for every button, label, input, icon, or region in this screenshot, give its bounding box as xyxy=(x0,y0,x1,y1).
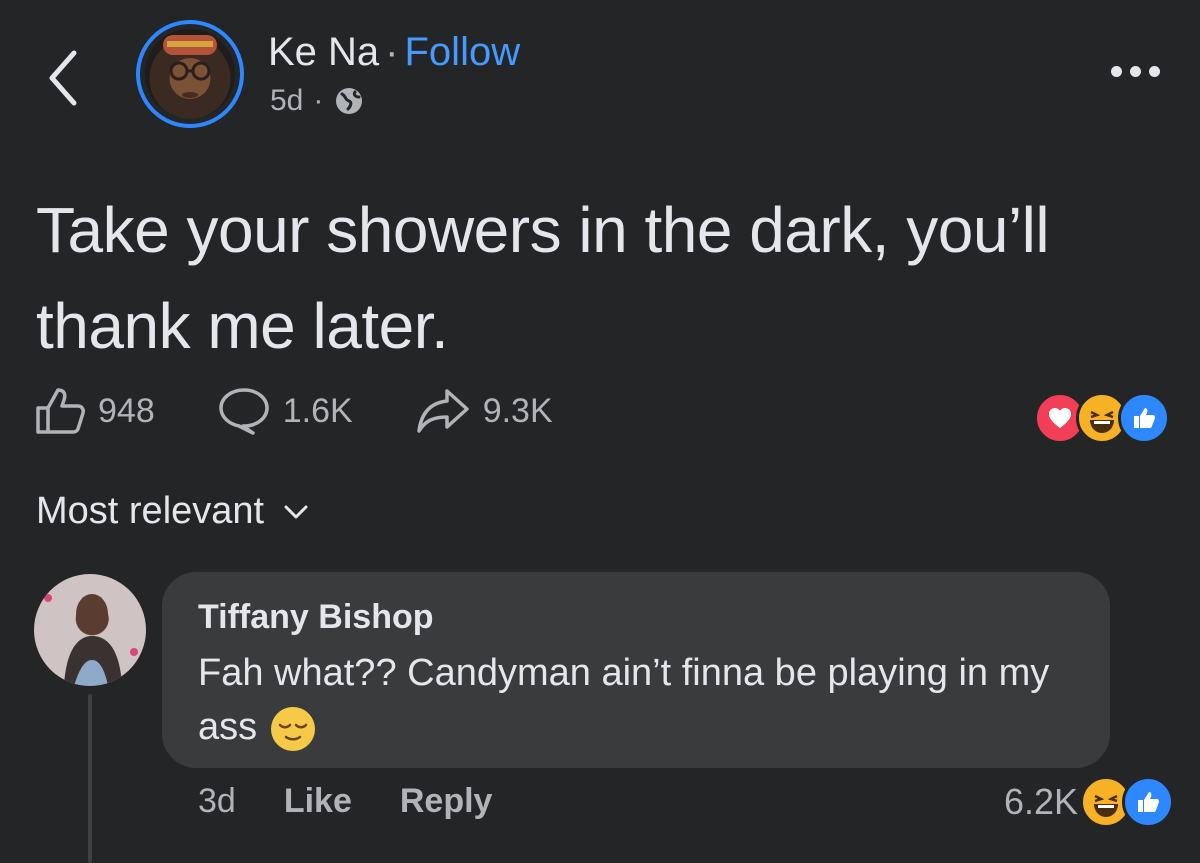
comment-stat[interactable]: 1.6K xyxy=(217,386,353,436)
commenter-name[interactable]: Tiffany Bishop xyxy=(198,594,1074,640)
like-reaction-icon xyxy=(1118,392,1170,444)
globe-icon xyxy=(336,88,363,114)
comment-reactions[interactable]: 6.2K xyxy=(1004,776,1174,828)
back-button[interactable] xyxy=(40,45,90,111)
thumbs-up-icon xyxy=(36,388,85,434)
author-row: Ke Na · Follow xyxy=(268,30,520,75)
comment-text: Fah what?? Candyman ain’t finna be playi… xyxy=(198,646,1074,754)
relieved-face-icon xyxy=(271,706,316,751)
chevron-left-icon xyxy=(49,50,77,106)
author-name[interactable]: Ke Na xyxy=(268,30,379,74)
like-stat[interactable]: 948 xyxy=(34,386,155,436)
separator-dot: · xyxy=(385,30,399,74)
comment-reply-button[interactable]: Reply xyxy=(400,782,493,821)
more-dot xyxy=(1149,66,1160,77)
share-stat[interactable]: 9.3K xyxy=(415,387,553,435)
author-avatar[interactable] xyxy=(136,20,244,128)
like-count: 948 xyxy=(98,391,155,430)
comment-count: 1.6K xyxy=(282,391,353,430)
share-count: 9.3K xyxy=(482,391,553,430)
comment-bubble-icon xyxy=(218,388,269,435)
author-avatar-image xyxy=(145,29,235,119)
comment-actions: 3d Like Reply xyxy=(198,782,492,821)
comment-bubble: Tiffany Bishop Fah what?? Candyman ain’t… xyxy=(162,572,1110,768)
like-reaction-icon xyxy=(1122,776,1174,828)
comment-like-button[interactable]: Like xyxy=(284,782,352,821)
more-dot xyxy=(1111,66,1122,77)
comment-reaction-count: 6.2K xyxy=(1003,781,1078,822)
chevron-down-icon xyxy=(284,505,308,518)
post-page: Ke Na · Follow 5d · Take your showers in t… xyxy=(0,0,1200,863)
more-dot xyxy=(1130,66,1141,77)
comment-time[interactable]: 3d xyxy=(198,782,236,821)
sort-label: Most relevant xyxy=(36,490,265,532)
comment-sort-dropdown[interactable]: Most relevant xyxy=(36,490,310,533)
share-arrow-icon xyxy=(416,389,469,433)
follow-button[interactable]: Follow xyxy=(405,30,521,74)
post-meta: 5d · xyxy=(270,84,365,118)
post-time[interactable]: 5d xyxy=(270,84,303,118)
commenter-avatar[interactable] xyxy=(34,574,146,686)
post-reactions[interactable] xyxy=(1034,392,1170,444)
more-options-button[interactable] xyxy=(1111,66,1160,77)
meta-separator: · xyxy=(313,84,324,117)
comment-text-body: Fah what?? Candyman ain’t finna be playi… xyxy=(198,652,1050,748)
thread-line xyxy=(88,694,92,863)
post-text: Take your showers in the dark, you’ll th… xyxy=(36,194,1050,362)
post-stats: 948 1.6K 9.3K xyxy=(34,386,553,436)
